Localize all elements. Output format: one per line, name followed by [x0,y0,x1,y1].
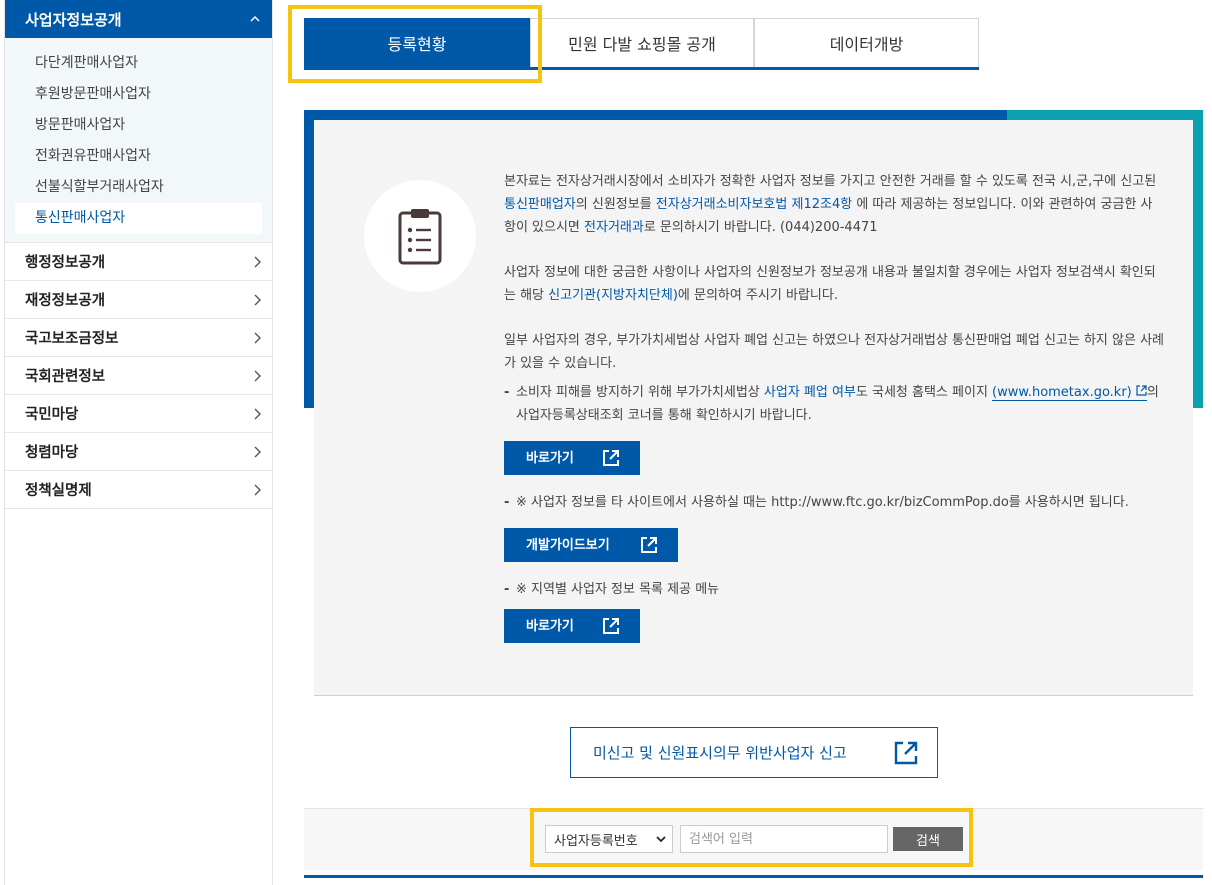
external-link-icon [641,537,657,553]
sidebar-item-label: 국민마당 [25,407,79,423]
link-business-closure[interactable]: 사업자 폐업 여부 [764,385,856,400]
goto-button-label: 바로가기 [526,618,574,634]
info-bullet-1-text: 소비자 피해를 방지하기 위해 부가가치세법상 사업자 폐업 여부도 국세청 홈… [516,381,1164,427]
sidebar-item-assembly-info[interactable]: 국회관련정보 [5,357,272,395]
tab-bar: 등록현황 민원 다발 쇼핑몰 공개 데이터개방 [304,18,979,70]
tab-open-data[interactable]: 데이터개방 [754,18,979,67]
sidebar-item-finance-info[interactable]: 재정정보공개 [5,281,272,319]
external-link-icon [603,450,619,466]
goto-button-label: 바로가기 [526,450,574,466]
sidebar-item-integrity[interactable]: 청렴마당 [5,433,272,471]
info-paragraph-3: 일부 사업자의 경우, 부가가치세법상 사업자 폐업 신고는 하였으나 전자상거… [504,333,1164,371]
sidebar-item-label: 행정정보공개 [25,255,106,271]
external-link-icon [603,618,619,634]
clipboard-icon [364,180,476,292]
link-mail-order-business[interactable]: 통신판매업자 [504,197,576,212]
search-type-select[interactable]: 사업자등록번호 [545,825,673,853]
report-button-label: 미신고 및 신원표시의무 위반사업자 신고 [593,744,847,762]
bullet-dash: - [504,495,510,510]
chevron-right-icon [254,408,261,419]
info-text-span: 소비자 피해를 방지하기 위해 부가가치세법상 [516,385,764,400]
sidebar-header-label: 사업자정보공개 [25,10,122,29]
sidebar-item-label: 재정정보공개 [25,293,106,309]
info-text-span: 본자료는 전자상거래시장에서 소비자가 정확한 사업자 정보를 가지고 안전한 … [504,174,1157,189]
goto-regional-list-button[interactable]: 바로가기 [504,609,640,643]
sidebar: 사업자정보공개 다단계판매사업자 후원방문판매사업자 방문판매사업자 전화권유판… [4,0,273,885]
sidebar-header[interactable]: 사업자정보공개 [5,0,272,38]
sidebar-subitem-sponsored-visit[interactable]: 후원방문판매사업자 [15,79,262,110]
tab-complaint-shopping-malls[interactable]: 민원 다발 쇼핑몰 공개 [530,18,754,67]
link-hometax[interactable]: (www.hometax.go.kr) [992,385,1147,401]
info-bullet-3: - ※ 지역별 사업자 정보 목록 제공 메뉴 [504,578,1164,601]
chevron-right-icon [254,332,261,343]
info-bullet-3-text: ※ 지역별 사업자 정보 목록 제공 메뉴 [516,582,720,597]
sidebar-item-policy-name[interactable]: 정책실명제 [5,471,272,509]
sidebar-item-label: 정책실명제 [25,483,92,499]
search-divider [304,875,1203,878]
link-reporting-agency[interactable]: 신고기관(지방자치단체) [548,288,678,303]
sidebar-subitem-telemarketing[interactable]: 전화권유판매사업자 [15,141,262,172]
external-link-icon [1136,385,1147,396]
info-text-span: 에 문의하여 주시기 바랍니다. [677,288,838,303]
chevron-down-icon [656,836,666,843]
goto-hometax-button[interactable]: 바로가기 [504,441,640,475]
sidebar-item-label: 청렴마당 [25,445,79,461]
search-input[interactable] [680,825,888,853]
search-button[interactable]: 검색 [893,827,963,851]
info-bullet-2: - ※ 사업자 정보를 타 사이트에서 사용하실 때는 http://www.f… [504,491,1164,514]
info-box: 본자료는 전자상거래시장에서 소비자가 정확한 사업자 정보를 가지고 안전한 … [304,110,1203,696]
clipboard-list-icon [398,209,442,265]
chevron-right-icon [254,484,261,495]
chevron-right-icon [254,446,261,457]
info-bullet-1: - 소비자 피해를 방지하기 위해 부가가치세법상 사업자 폐업 여부도 국세청… [504,381,1164,427]
sidebar-item-subsidy-info[interactable]: 국고보조금정보 [5,319,272,357]
sidebar-item-label: 국고보조금정보 [25,331,119,347]
chevron-right-icon [254,256,261,267]
dev-guide-button-label: 개발가이드보기 [526,537,610,553]
sidebar-subitem-door-to-door[interactable]: 방문판매사업자 [15,110,262,141]
info-text-span: 의 신원정보를 [575,197,656,212]
chevron-up-icon [250,15,260,22]
info-text-span: 로 문의하시기 바랍니다. (044)200-4471 [643,220,878,235]
sidebar-item-label: 국회관련정보 [25,369,106,385]
sidebar-item-admin-info[interactable]: 행정정보공개 [5,243,272,281]
info-paragraph-1: 본자료는 전자상거래시장에서 소비자가 정확한 사업자 정보를 가지고 안전한 … [504,170,1164,239]
bullet-dash: - [504,385,510,400]
sidebar-subitem-prepaid-installment[interactable]: 선불식할부거래사업자 [15,172,262,203]
tab-registration-status[interactable]: 등록현황 [304,18,530,67]
sidebar-subitem-multilevel[interactable]: 다단계판매사업자 [15,48,262,79]
link-ecommerce-division[interactable]: 전자거래과 [584,220,644,235]
info-text: 본자료는 전자상거래시장에서 소비자가 정확한 사업자 정보를 가지고 안전한 … [504,170,1164,659]
report-violation-button[interactable]: 미신고 및 신원표시의무 위반사업자 신고 [570,727,938,778]
dev-guide-button[interactable]: 개발가이드보기 [504,528,678,562]
sidebar-item-citizen[interactable]: 국민마당 [5,395,272,433]
info-panel: 본자료는 전자상거래시장에서 소비자가 정확한 사업자 정보를 가지고 안전한 … [314,120,1193,696]
info-paragraph-2: 사업자 정보에 대한 궁금한 사항이나 사업자의 신원정보가 정보공개 내용과 … [504,261,1164,307]
external-link-icon [894,741,918,764]
bullet-dash: - [504,582,510,597]
link-ecommerce-law[interactable]: 전자상거래소비자보호법 제12조4항 [656,197,852,212]
info-bullet-2-text: ※ 사업자 정보를 타 사이트에서 사용하실 때는 http://www.ftc… [516,495,1129,510]
info-text-span: 도 국세청 홈택스 페이지 [855,385,993,400]
sidebar-subitem-mail-order[interactable]: 통신판매사업자 [15,203,262,234]
search-type-value: 사업자등록번호 [554,833,638,849]
chevron-right-icon [254,370,261,381]
chevron-right-icon [254,294,261,305]
link-hometax-label: (www.hometax.go.kr) [992,385,1132,400]
sidebar-submenu: 다단계판매사업자 후원방문판매사업자 방문판매사업자 전화권유판매사업자 선불식… [5,38,272,243]
